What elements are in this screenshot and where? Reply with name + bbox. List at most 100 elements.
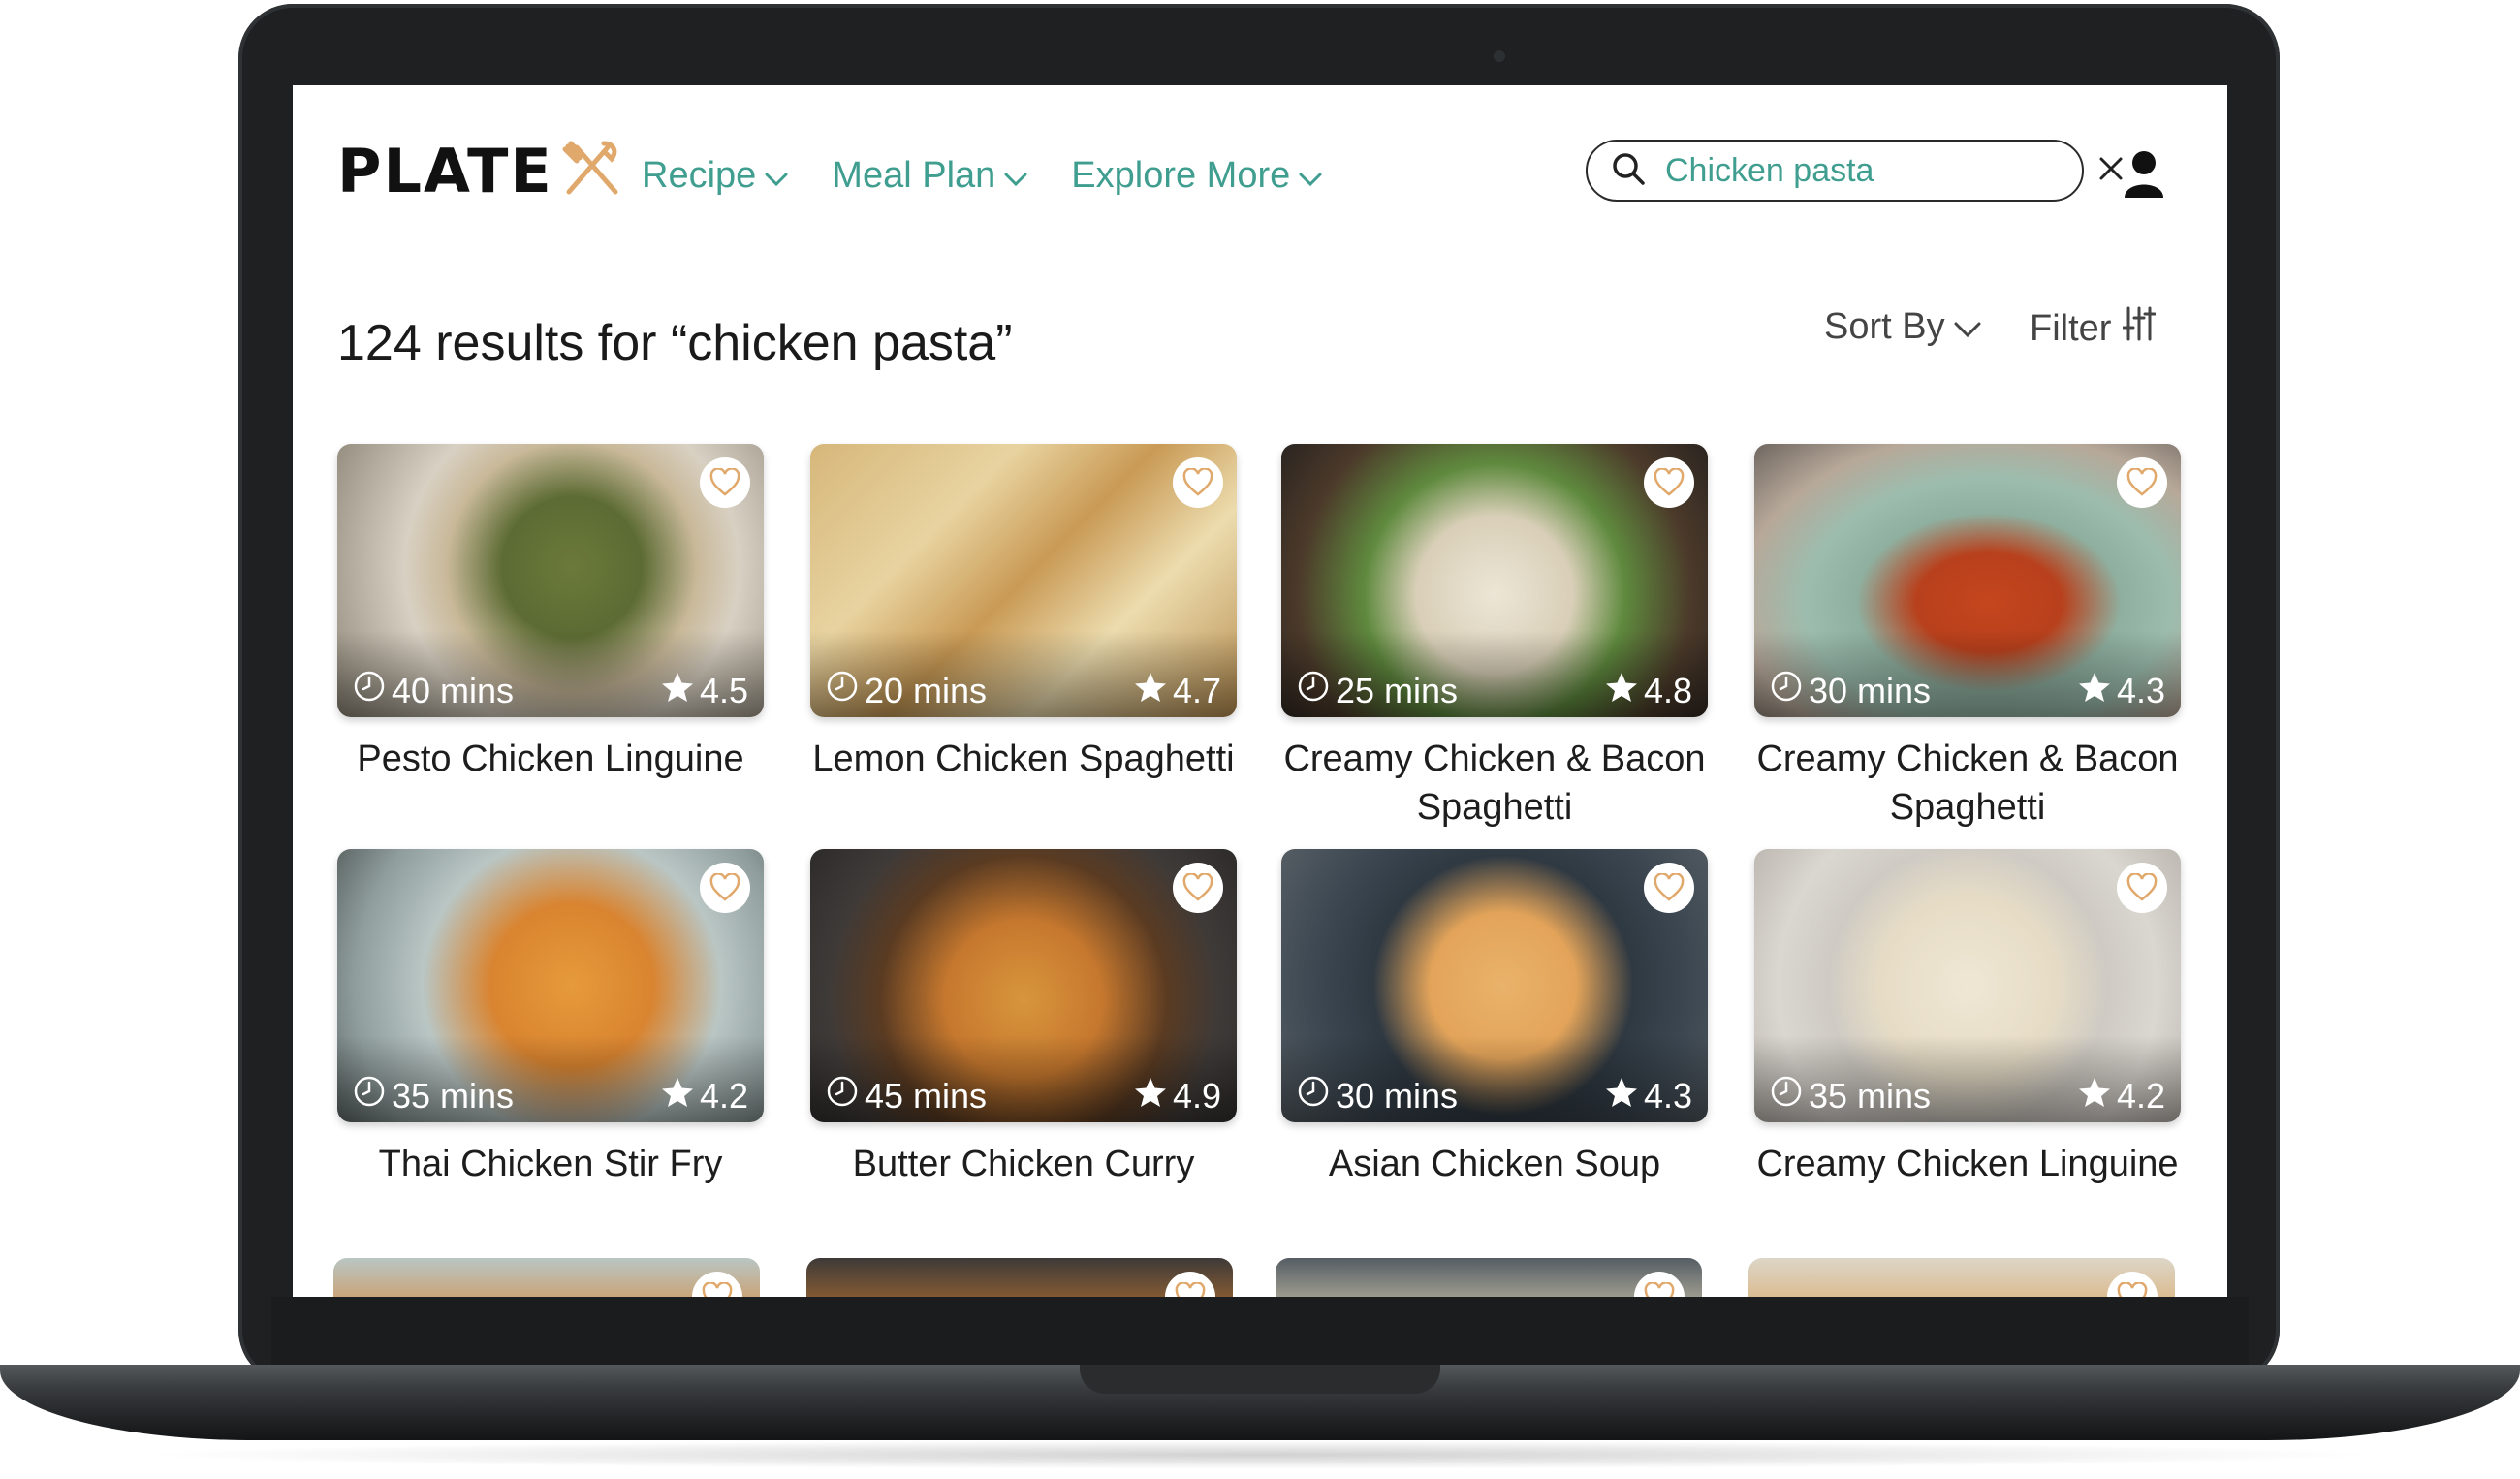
cook-time-label: 40 mins	[392, 670, 515, 710]
cook-time: 25 mins	[1297, 670, 1458, 711]
fork-knife-icon	[561, 138, 623, 205]
search-input[interactable]	[1663, 150, 2096, 191]
recipe-image: 35 mins 4.2	[337, 849, 764, 1122]
sort-by-label: Sort By	[1824, 306, 1945, 347]
favorite-heart-icon[interactable]	[1634, 1272, 1685, 1297]
laptop-bezel-bottom	[271, 1297, 2249, 1369]
rating-value: 4.7	[1172, 671, 1221, 710]
cook-time-label: 35 mins	[392, 1075, 515, 1116]
star-icon	[2078, 671, 2111, 711]
favorite-heart-icon[interactable]	[2107, 1272, 2158, 1297]
favorite-heart-icon[interactable]	[1165, 1272, 1215, 1297]
nav-recipe-label: Recipe	[642, 155, 757, 196]
star-icon	[1134, 1076, 1167, 1117]
recipe-rating: 4.2	[2078, 1076, 2165, 1117]
recipe-image: 30 mins 4.3	[1281, 849, 1708, 1122]
recipe-title[interactable]: Creamy Chicken & Bacon Spaghetti	[1754, 735, 2181, 832]
filter-label: Filter	[2030, 307, 2112, 349]
clock-icon	[826, 1075, 859, 1117]
star-icon	[661, 671, 694, 711]
recipe-title[interactable]: Pesto Chicken Linguine	[337, 735, 764, 783]
sliders-icon	[2122, 306, 2157, 351]
camera-dot	[1494, 50, 1505, 62]
main-nav: Recipe Meal Plan Explore More	[642, 155, 1323, 197]
recipe-rating: 4.2	[661, 1076, 748, 1117]
cook-time: 45 mins	[826, 1075, 987, 1117]
favorite-heart-icon[interactable]	[700, 457, 750, 508]
plate-logo[interactable]: PLATE	[337, 134, 623, 207]
recipe-rating: 4.7	[1134, 671, 1221, 711]
recipe-card[interactable]: 30 mins 4.3 Asian Chicken Soup	[1281, 849, 1708, 1188]
recipe-image: 20 mins 4.7	[810, 444, 1237, 717]
logo-text: PLATE	[337, 135, 553, 206]
star-icon	[1134, 671, 1167, 711]
clock-icon	[353, 1075, 386, 1117]
cook-time: 20 mins	[826, 670, 987, 711]
cook-time: 30 mins	[1297, 1075, 1458, 1117]
laptop-screen: PLATE Recipe Meal Plan Explore More Chic…	[293, 85, 2227, 1297]
clock-icon	[1770, 1075, 1803, 1117]
rating-value: 4.3	[1643, 1076, 1692, 1116]
nav-explore-more[interactable]: Explore More	[1071, 155, 1323, 197]
cook-time: 30 mins	[1770, 670, 1931, 711]
favorite-heart-icon[interactable]	[1173, 863, 1223, 913]
rating-value: 4.8	[1643, 671, 1692, 710]
recipe-rating: 4.3	[1605, 1076, 1692, 1117]
nav-recipe[interactable]: Recipe	[642, 155, 789, 197]
favorite-heart-icon[interactable]	[692, 1272, 742, 1297]
user-account-icon[interactable]	[2123, 149, 2165, 205]
recipe-card[interactable]: 35 mins 4.2 Creamy Chicken Linguine	[1754, 849, 2181, 1188]
cook-time-label: 35 mins	[1809, 1075, 1932, 1116]
recipe-title[interactable]: Thai Chicken Stir Fry	[337, 1140, 764, 1188]
recipe-card[interactable]: 30 mins 4.3 Creamy Chicken & Bacon Spagh…	[1754, 444, 2181, 832]
favorite-heart-icon[interactable]	[1644, 457, 1694, 508]
recipe-card[interactable]: 45 mins 4.9 Butter Chicken Curry	[810, 849, 1237, 1188]
favorite-heart-icon[interactable]	[700, 863, 750, 913]
favorite-heart-icon[interactable]	[1644, 863, 1694, 913]
cook-time-label: 30 mins	[1336, 1075, 1459, 1116]
star-icon	[2078, 1076, 2111, 1117]
favorite-heart-icon[interactable]	[1173, 457, 1223, 508]
recipe-card[interactable]: 25 mins 4.8 Creamy Chicken & Bacon Spagh…	[1281, 444, 1708, 832]
clock-icon	[1297, 670, 1330, 711]
favorite-heart-icon[interactable]	[2117, 863, 2167, 913]
rating-value: 4.3	[2116, 671, 2165, 710]
cook-time-label: 30 mins	[1809, 670, 1932, 710]
recipe-title[interactable]: Creamy Chicken Linguine	[1754, 1140, 2181, 1188]
rating-value: 4.2	[2116, 1076, 2165, 1116]
favorite-heart-icon[interactable]	[2117, 457, 2167, 508]
star-icon	[1605, 671, 1638, 711]
recipe-title[interactable]: Creamy Chicken & Bacon Spaghetti	[1281, 735, 1708, 832]
recipe-title[interactable]: Butter Chicken Curry	[810, 1140, 1237, 1188]
recipe-card[interactable]: 20 mins 4.7 Lemon Chicken Spaghetti	[810, 444, 1237, 783]
search-icon[interactable]	[1611, 151, 1646, 191]
chevron-down-icon	[764, 155, 789, 197]
recipe-title[interactable]: Lemon Chicken Spaghetti	[810, 735, 1237, 783]
recipe-image: 35 mins 4.2	[1754, 849, 2181, 1122]
cook-time-label: 20 mins	[865, 670, 988, 710]
recipe-card[interactable]: 35 mins 4.2 Thai Chicken Stir Fry	[337, 849, 764, 1188]
clear-search-icon[interactable]	[2096, 154, 2126, 188]
filter-button[interactable]: Filter	[2030, 306, 2157, 351]
clock-icon	[1297, 1075, 1330, 1117]
sort-by-button[interactable]: Sort By	[1824, 306, 1982, 348]
recipe-card-partial[interactable]	[333, 1258, 760, 1297]
star-icon	[661, 1076, 694, 1117]
recipe-rating: 4.5	[661, 671, 748, 711]
recipe-rating: 4.3	[2078, 671, 2165, 711]
recipe-image: 40 mins 4.5	[337, 444, 764, 717]
recipe-card-partial[interactable]	[806, 1258, 1233, 1297]
nav-explore-more-label: Explore More	[1071, 155, 1291, 196]
recipe-card-partial[interactable]	[1748, 1258, 2175, 1297]
chevron-down-icon	[1003, 155, 1028, 197]
recipe-title[interactable]: Asian Chicken Soup	[1281, 1140, 1708, 1188]
cook-time-label: 25 mins	[1336, 670, 1459, 710]
recipe-card[interactable]: 40 mins 4.5 Pesto Chicken Linguine	[337, 444, 764, 783]
chevron-down-icon	[1953, 306, 1982, 348]
recipe-card-partial[interactable]	[1276, 1258, 1702, 1297]
chevron-down-icon	[1298, 155, 1323, 197]
nav-meal-plan[interactable]: Meal Plan	[832, 155, 1028, 197]
recipe-rating: 4.8	[1605, 671, 1692, 711]
search-box	[1586, 140, 2123, 202]
rating-value: 4.5	[699, 671, 748, 710]
